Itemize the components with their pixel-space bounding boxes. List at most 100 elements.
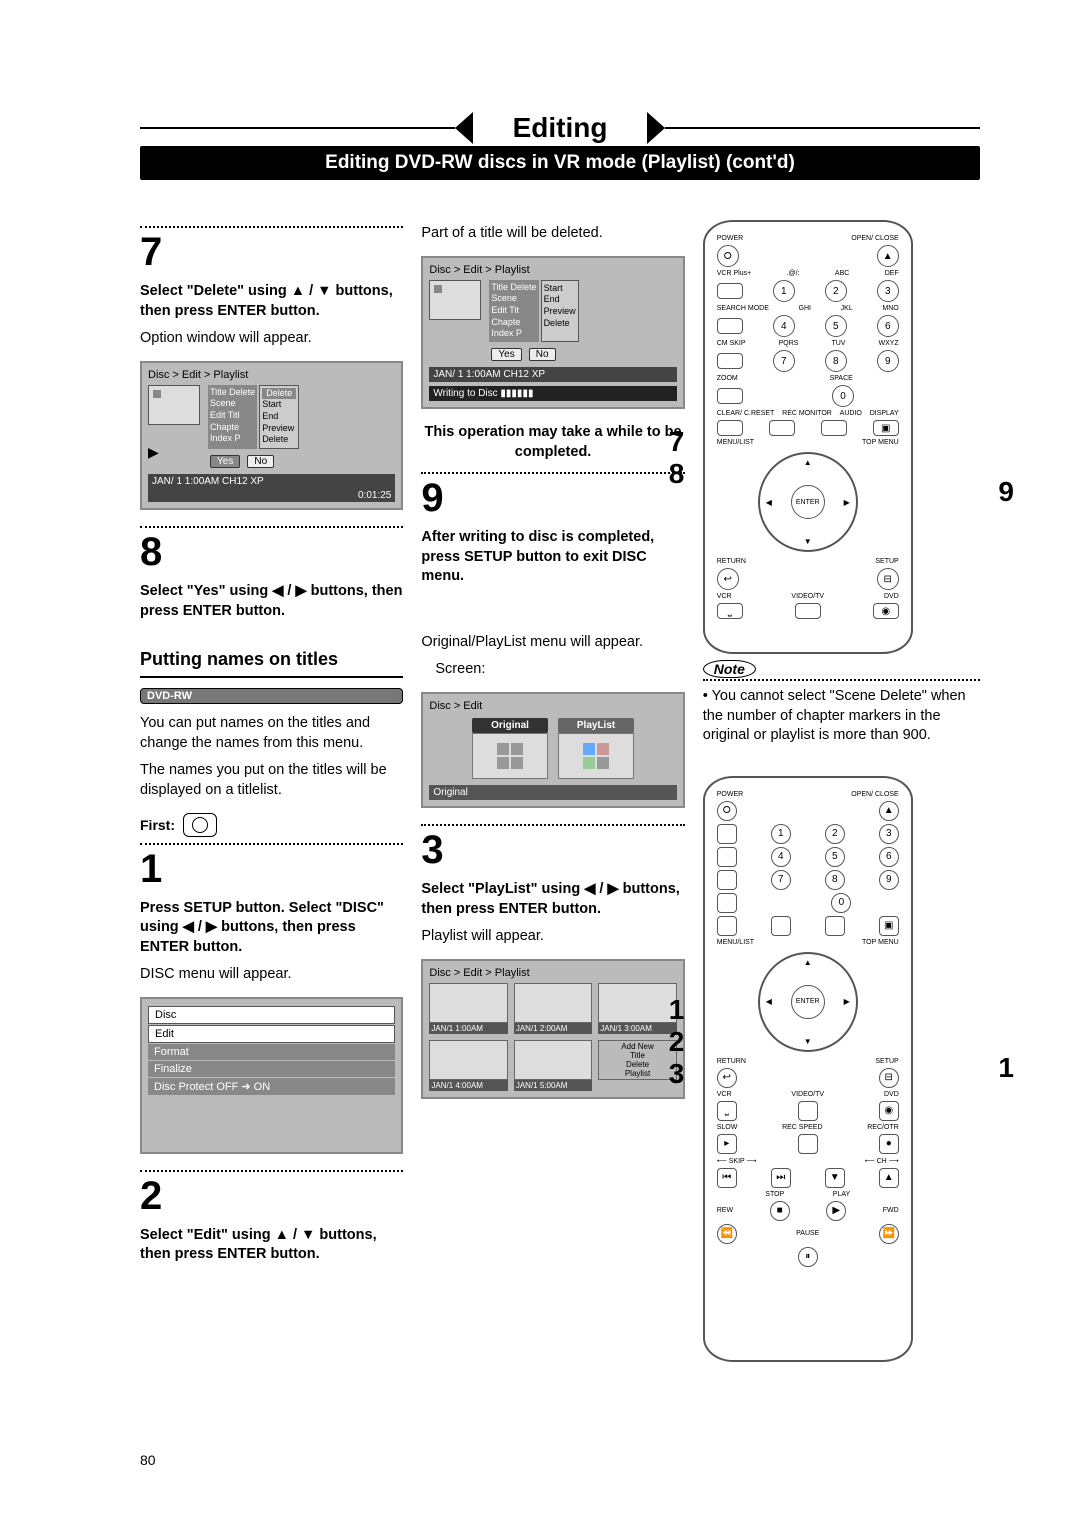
page-title-row: Editing <box>140 110 980 146</box>
yes-button[interactable]: Yes <box>491 348 521 361</box>
thumbnail-icon <box>148 385 200 425</box>
playlist-thumb[interactable] <box>514 1040 592 1080</box>
step-8-number: 8 <box>140 532 403 572</box>
submenu-item: Delete <box>262 434 296 446</box>
callout-3: 3 <box>669 1058 685 1090</box>
callout-8: 8 <box>669 458 685 490</box>
step-9-number: 9 <box>421 478 684 518</box>
original-tile[interactable]: Original <box>472 718 548 779</box>
callout-9: 9 <box>998 476 1014 508</box>
disc-tray-icon <box>183 813 217 837</box>
power-icon: ⭘ <box>717 245 739 267</box>
subtitle-bar: Editing DVD-RW discs in VR mode (Playlis… <box>140 146 980 180</box>
orig-pl-line: Original/PlayList menu will appear. <box>421 633 684 653</box>
playlist-thumb[interactable] <box>429 1040 507 1080</box>
osd-writing-status: Writing to Disc ▮▮▮▮▮▮ <box>429 386 676 401</box>
names-para-1: You can put names on the titles and chan… <box>140 714 403 753</box>
callout-2: 2 <box>669 1026 685 1058</box>
original-playlist-osd: Disc > Edit Original PlayList Original <box>421 692 684 808</box>
osd-footer: Original <box>429 785 676 800</box>
menu-item: Index P <box>210 433 255 445</box>
playlist-thumb[interactable] <box>429 983 507 1023</box>
step-7-number: 7 <box>140 232 403 272</box>
page-title: Editing <box>473 110 648 146</box>
note-body: You cannot select "Scene Delete" when th… <box>703 688 966 743</box>
divider <box>421 472 684 474</box>
osd-breadcrumb: Disc > Edit > Playlist <box>429 967 676 979</box>
submenu-item: End <box>544 294 576 306</box>
submenu-item: Start <box>262 399 296 411</box>
no-button[interactable]: No <box>529 348 556 361</box>
submenu-item: Start <box>544 283 576 295</box>
setup-button: ⊟ <box>877 568 899 590</box>
osd-status: JAN/ 1 1:00AM CH12 XP <box>148 474 395 489</box>
add-new-cell[interactable]: Add New Title Delete Playlist <box>598 1040 676 1080</box>
section-heading-putting-names: Putting names on titles <box>140 649 403 678</box>
osd-breadcrumb: Disc > Edit <box>429 700 676 712</box>
step-2-instruction: Select "Edit" using ▲ / ▼ buttons, then … <box>140 1226 403 1265</box>
step-1-number: 1 <box>140 849 403 889</box>
menu-item: Title Delete <box>210 387 255 399</box>
step-1-instruction: Press SETUP button. Select "DISC" using … <box>140 899 403 958</box>
eject-icon: ▲ <box>877 245 899 267</box>
menu-item: Chapte <box>210 422 255 434</box>
osd-breadcrumb: Disc > Edit > Playlist <box>429 264 676 276</box>
step-1-desc: DISC menu will appear. <box>140 965 403 985</box>
part-deleted-line: Part of a title will be deleted. <box>421 224 684 244</box>
disc-menu-osd: Disc Edit Format Finalize Disc Protect O… <box>140 997 403 1154</box>
playlist-thumb[interactable] <box>514 983 592 1023</box>
menu-item: Scene <box>210 398 255 410</box>
step-8-instruction: Select "Yes" using ◀ / ▶ buttons, then p… <box>140 582 403 621</box>
disc-menu-item: Disc Protect OFF ➜ ON <box>148 1078 395 1095</box>
step-3-instruction: Select "PlayList" using ◀ / ▶ buttons, t… <box>421 880 684 919</box>
thumb-caption: JAN/1 1:00AM <box>429 1023 507 1034</box>
step-3-desc: Playlist will appear. <box>421 927 684 947</box>
note-box: Note • You cannot select "Scene Delete" … <box>703 660 980 750</box>
dpad: ▲ ▼ ◀ ▶ ENTER <box>758 452 858 552</box>
display-button: ▣ <box>873 420 899 436</box>
callout-7: 7 <box>669 426 685 458</box>
step-2-number: 2 <box>140 1176 403 1216</box>
remote-illustration-bottom: POWEROPEN/ CLOSE ⭘▲ 123 456 789 0 ▣ MENU… <box>703 776 913 1362</box>
disc-menu-item: Format <box>148 1044 395 1060</box>
first-label: First: <box>140 813 403 837</box>
submenu-item: Delete <box>262 388 296 400</box>
divider <box>140 1170 403 1172</box>
thumb-caption: JAN/1 4:00AM <box>429 1080 507 1091</box>
remote-illustration-top: POWEROPEN/ CLOSE ⭘▲ VCR Plus+.@/:ABCDEF … <box>703 220 913 654</box>
note-heading: Note <box>703 660 756 678</box>
callout-1b: 1 <box>998 1052 1014 1084</box>
disc-menu-item: Edit <box>148 1025 395 1043</box>
pause-icon: ⏸ <box>798 1247 818 1267</box>
playlist-tile[interactable]: PlayList <box>558 718 634 779</box>
divider <box>140 526 403 528</box>
dvd-rw-badge: DVD-RW <box>140 688 403 704</box>
osd-delete-confirm: Disc > Edit > Playlist ▶ Title Delete Sc… <box>140 361 403 510</box>
disc-menu-item: Finalize <box>148 1061 395 1077</box>
menu-item: Edit Titl <box>210 410 255 422</box>
names-para-2: The names you put on the titles will be … <box>140 761 403 800</box>
osd-writing: Disc > Edit > Playlist Title Delete Scen… <box>421 256 684 409</box>
yes-button[interactable]: Yes <box>210 455 240 468</box>
divider <box>140 843 403 845</box>
enter-button: ENTER <box>791 485 825 519</box>
divider <box>140 226 403 228</box>
submenu-item: End <box>262 411 296 423</box>
step-9-instruction: After writing to disc is completed, pres… <box>421 528 684 587</box>
submenu-item: Preview <box>262 423 296 435</box>
submenu-item: Delete <box>544 318 576 330</box>
disc-menu-title: Disc <box>148 1006 395 1024</box>
thumb-caption: JAN/1 3:00AM <box>598 1023 676 1034</box>
page-number: 80 <box>140 1452 156 1468</box>
submenu-item: Preview <box>544 306 576 318</box>
setup-button: ⊟ <box>879 1068 899 1088</box>
playlist-grid-osd: Disc > Edit > Playlist JAN/1 1:00AM JAN/… <box>421 959 684 1099</box>
osd-breadcrumb: Disc > Edit > Playlist <box>148 369 395 381</box>
menu-item: Title Delete <box>491 282 536 294</box>
playlist-thumb[interactable] <box>598 983 676 1023</box>
warning-text: This operation may take a while to be co… <box>421 423 684 462</box>
screen-label: Screen: <box>435 660 684 680</box>
return-icon: ↩ <box>717 568 739 590</box>
no-button[interactable]: No <box>247 455 274 468</box>
osd-time: 0:01:25 <box>148 489 395 502</box>
